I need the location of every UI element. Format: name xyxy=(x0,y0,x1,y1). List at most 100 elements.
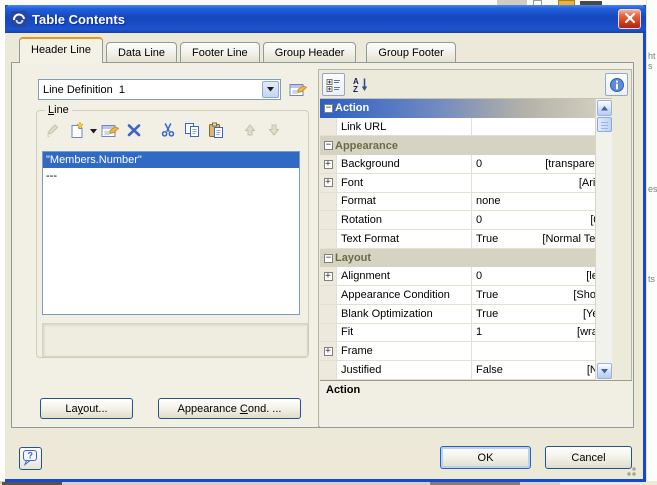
line-items-list[interactable]: "Members.Number"--- xyxy=(42,151,300,315)
property-row-background[interactable]: + Background0[transparent] xyxy=(320,155,612,174)
property-name: Background xyxy=(337,155,472,173)
close-icon xyxy=(624,12,636,27)
property-value: none xyxy=(476,195,607,207)
property-value-cell[interactable]: True[Normal Text] xyxy=(472,230,612,248)
property-value-cell[interactable]: 0[0°] xyxy=(472,211,612,229)
property-value-cell[interactable]: [Arial] xyxy=(472,174,612,192)
property-row-frame[interactable]: +Frame xyxy=(320,342,612,361)
delete-line-button[interactable] xyxy=(122,120,146,142)
property-value-cell[interactable] xyxy=(472,118,612,136)
line-groupbox-label: Line xyxy=(45,104,72,116)
titlebar[interactable]: Table Contents xyxy=(5,5,646,33)
property-value-cell[interactable]: 0[transparent] xyxy=(472,155,612,173)
cut-button[interactable] xyxy=(156,120,180,142)
list-item[interactable]: --- xyxy=(43,168,299,184)
property-row-justified[interactable]: JustifiedFalse[No] xyxy=(320,361,612,380)
property-value: 0 xyxy=(476,158,545,170)
property-grid-scrollbar[interactable] xyxy=(595,99,612,380)
property-value-cell[interactable]: True[Yes] xyxy=(472,305,612,323)
move-down-button[interactable] xyxy=(262,120,286,142)
chevron-down-icon[interactable] xyxy=(262,81,279,98)
tab-data-line[interactable]: Data Line xyxy=(106,42,177,63)
edit-line-button[interactable] xyxy=(41,120,65,142)
resize-grip-icon[interactable] xyxy=(624,464,637,477)
property-grid-toolbar: AZ xyxy=(321,72,629,98)
paste-button[interactable] xyxy=(204,120,228,142)
appearance-cond-button[interactable]: Appearance Cond. ... xyxy=(158,398,301,419)
expand-icon[interactable]: + xyxy=(324,160,333,169)
dropdown-arrow-icon[interactable] xyxy=(89,120,98,142)
tab-footer-line[interactable]: Footer Line xyxy=(180,42,260,63)
property-value-cell[interactable]: 0[left] xyxy=(472,267,612,285)
paste-icon xyxy=(208,122,224,141)
collapse-icon[interactable]: − xyxy=(324,254,333,263)
property-name: Text Format xyxy=(337,230,472,248)
help-button[interactable]: ? xyxy=(19,447,42,470)
row-margin xyxy=(320,324,337,342)
property-value: True xyxy=(476,308,583,320)
expand-icon[interactable]: + xyxy=(324,347,333,356)
expand-icon[interactable]: + xyxy=(324,178,333,187)
layout-button[interactable]: Layout... xyxy=(40,398,133,419)
category-row-appearance[interactable]: −Appearance xyxy=(320,136,612,155)
expand-icon[interactable]: + xyxy=(324,272,333,281)
property-row-font[interactable]: +Font[Arial] xyxy=(320,174,612,193)
background-window-right: htsests xyxy=(646,0,657,485)
new-line-button[interactable] xyxy=(65,120,89,142)
close-button[interactable] xyxy=(618,9,641,29)
tab-group-header[interactable]: Group Header xyxy=(263,42,357,63)
line-toolbar xyxy=(41,119,286,143)
property-row-text-format[interactable]: Text FormatTrue[Normal Text] xyxy=(320,230,612,249)
category-row-layout[interactable]: −Layout xyxy=(320,249,612,268)
sort-az-button[interactable]: AZ xyxy=(349,73,372,96)
property-name: Appearance Condition xyxy=(337,286,472,304)
cancel-button[interactable]: Cancel xyxy=(545,446,632,469)
property-row-format[interactable]: Formatnone xyxy=(320,193,612,212)
row-margin xyxy=(320,211,337,229)
svg-text:Z: Z xyxy=(353,85,358,93)
property-row-fit[interactable]: Fit1[wrap] xyxy=(320,324,612,343)
table-contents-dialog: Table Contents Header LineData LineFoote… xyxy=(5,5,646,482)
property-row-rotation[interactable]: Rotation0[0°] xyxy=(320,211,612,230)
property-value-cell[interactable] xyxy=(472,342,612,360)
move-up-icon xyxy=(243,123,257,140)
list-item[interactable]: "Members.Number" xyxy=(43,152,299,168)
background-text-fragment: ts xyxy=(648,275,655,284)
category-row-action[interactable]: −Action xyxy=(320,99,612,118)
row-margin: + xyxy=(320,267,337,285)
scroll-thumb[interactable] xyxy=(597,117,612,132)
property-name: Fit xyxy=(337,324,472,342)
tab-group-footer[interactable]: Group Footer xyxy=(366,42,455,63)
property-row-link-url[interactable]: Link URL xyxy=(320,118,612,137)
collapse-icon[interactable]: − xyxy=(324,141,333,150)
scroll-down-button[interactable] xyxy=(597,363,612,379)
property-row-alignment[interactable]: +Alignment0[left] xyxy=(320,267,612,286)
background-text-fragment: ht xyxy=(648,52,656,61)
property-value: 0 xyxy=(476,214,590,226)
property-value: True xyxy=(476,289,573,301)
tab-header-line[interactable]: Header Line xyxy=(19,37,103,63)
property-value-cell[interactable]: True[Show] xyxy=(472,286,612,304)
move-up-button[interactable] xyxy=(238,120,262,142)
property-value-cell[interactable]: False[No] xyxy=(472,361,612,379)
line-groupbox: Line "Members.Number"--- xyxy=(36,110,309,358)
property-value-cell[interactable]: 1[wrap] xyxy=(472,324,612,342)
row-margin: + xyxy=(320,342,337,360)
ok-button[interactable]: OK xyxy=(440,446,531,469)
property-row-appearance-condition[interactable]: Appearance ConditionTrue[Show] xyxy=(320,286,612,305)
header-line-tabpage: Line Definition 1 Line "Members.Number"-… xyxy=(11,62,634,428)
line-properties-button[interactable] xyxy=(98,120,122,142)
scroll-up-button[interactable] xyxy=(597,100,612,116)
property-value-cell[interactable]: none xyxy=(472,193,612,211)
property-row-blank-optimization[interactable]: Blank OptimizationTrue[Yes] xyxy=(320,305,612,324)
line-definition-select[interactable]: Line Definition 1 xyxy=(38,79,281,100)
categorized-button[interactable] xyxy=(322,73,345,96)
app-icon xyxy=(11,11,27,27)
edit-icon xyxy=(44,122,62,141)
line-definition-properties-button[interactable] xyxy=(287,78,309,100)
collapse-icon[interactable]: − xyxy=(324,104,333,113)
info-button[interactable] xyxy=(605,73,628,96)
copy-button[interactable] xyxy=(180,120,204,142)
row-margin xyxy=(320,361,337,379)
property-grid-panel: AZ −ActionLink URL−Appearance + Background… xyxy=(318,69,632,427)
